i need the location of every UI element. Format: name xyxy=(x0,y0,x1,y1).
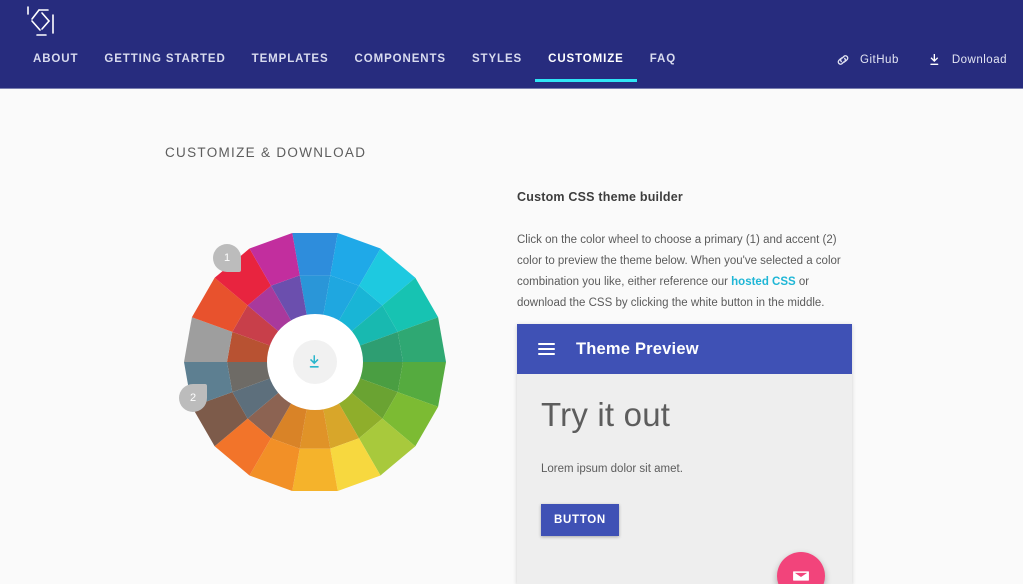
accent-color-marker-label: 2 xyxy=(190,392,196,404)
nav-actions: GitHub Download xyxy=(835,52,1007,68)
nav-link-templates[interactable]: TEMPLATES xyxy=(239,50,342,82)
nav-link-faq[interactable]: FAQ xyxy=(637,50,689,82)
panel-description: Click on the color wheel to choose a pri… xyxy=(517,230,857,314)
mail-icon xyxy=(791,566,811,584)
wheel-segment-outer-9[interactable] xyxy=(292,449,337,491)
download-icon xyxy=(927,52,943,68)
panel-heading: Custom CSS theme builder xyxy=(517,190,917,204)
download-label: Download xyxy=(952,54,1007,66)
accent-color-marker[interactable]: 2 xyxy=(179,384,207,412)
preview-paragraph: Lorem ipsum dolor sit amet. xyxy=(541,463,828,475)
theme-preview-card: Theme Preview Try it out Lorem ipsum dol… xyxy=(517,324,852,584)
preview-button[interactable]: BUTTON xyxy=(541,504,619,536)
github-label: GitHub xyxy=(860,54,899,66)
download-link[interactable]: Download xyxy=(927,52,1007,68)
nav-link-customize[interactable]: CUSTOMIZE xyxy=(535,50,637,82)
preview-heading: Try it out xyxy=(541,396,828,434)
link-icon xyxy=(835,52,851,68)
preview-appbar: Theme Preview xyxy=(517,324,852,374)
top-navbar: ABOUT GETTING STARTED TEMPLATES COMPONEN… xyxy=(0,0,1023,89)
download-icon xyxy=(306,353,324,371)
page-title: CUSTOMIZE & DOWNLOAD xyxy=(165,145,366,160)
download-css-button[interactable] xyxy=(293,340,337,384)
nav-link-getting-started[interactable]: GETTING STARTED xyxy=(91,50,238,82)
hamburger-icon[interactable] xyxy=(538,340,555,358)
preview-content: Try it out Lorem ipsum dolor sit amet. B… xyxy=(517,374,852,536)
github-link[interactable]: GitHub xyxy=(835,52,899,68)
logo-mark[interactable] xyxy=(22,3,62,43)
primary-color-marker[interactable]: 1 xyxy=(213,244,241,272)
nav-link-components[interactable]: COMPONENTS xyxy=(342,50,459,82)
mail-fab-button[interactable] xyxy=(777,552,825,584)
primary-color-marker-label: 1 xyxy=(224,252,230,264)
logo-icon xyxy=(22,3,62,43)
theme-builder-panel: Custom CSS theme builder Click on the co… xyxy=(517,190,917,314)
nav-link-about[interactable]: ABOUT xyxy=(20,50,91,82)
color-wheel[interactable]: 1 2 xyxy=(180,218,490,518)
primary-nav: ABOUT GETTING STARTED TEMPLATES COMPONEN… xyxy=(20,50,689,88)
wheel-segment-outer-0[interactable] xyxy=(292,233,337,275)
preview-appbar-title: Theme Preview xyxy=(576,340,699,359)
hosted-css-link[interactable]: hosted CSS xyxy=(731,276,796,288)
nav-link-styles[interactable]: STYLES xyxy=(459,50,535,82)
